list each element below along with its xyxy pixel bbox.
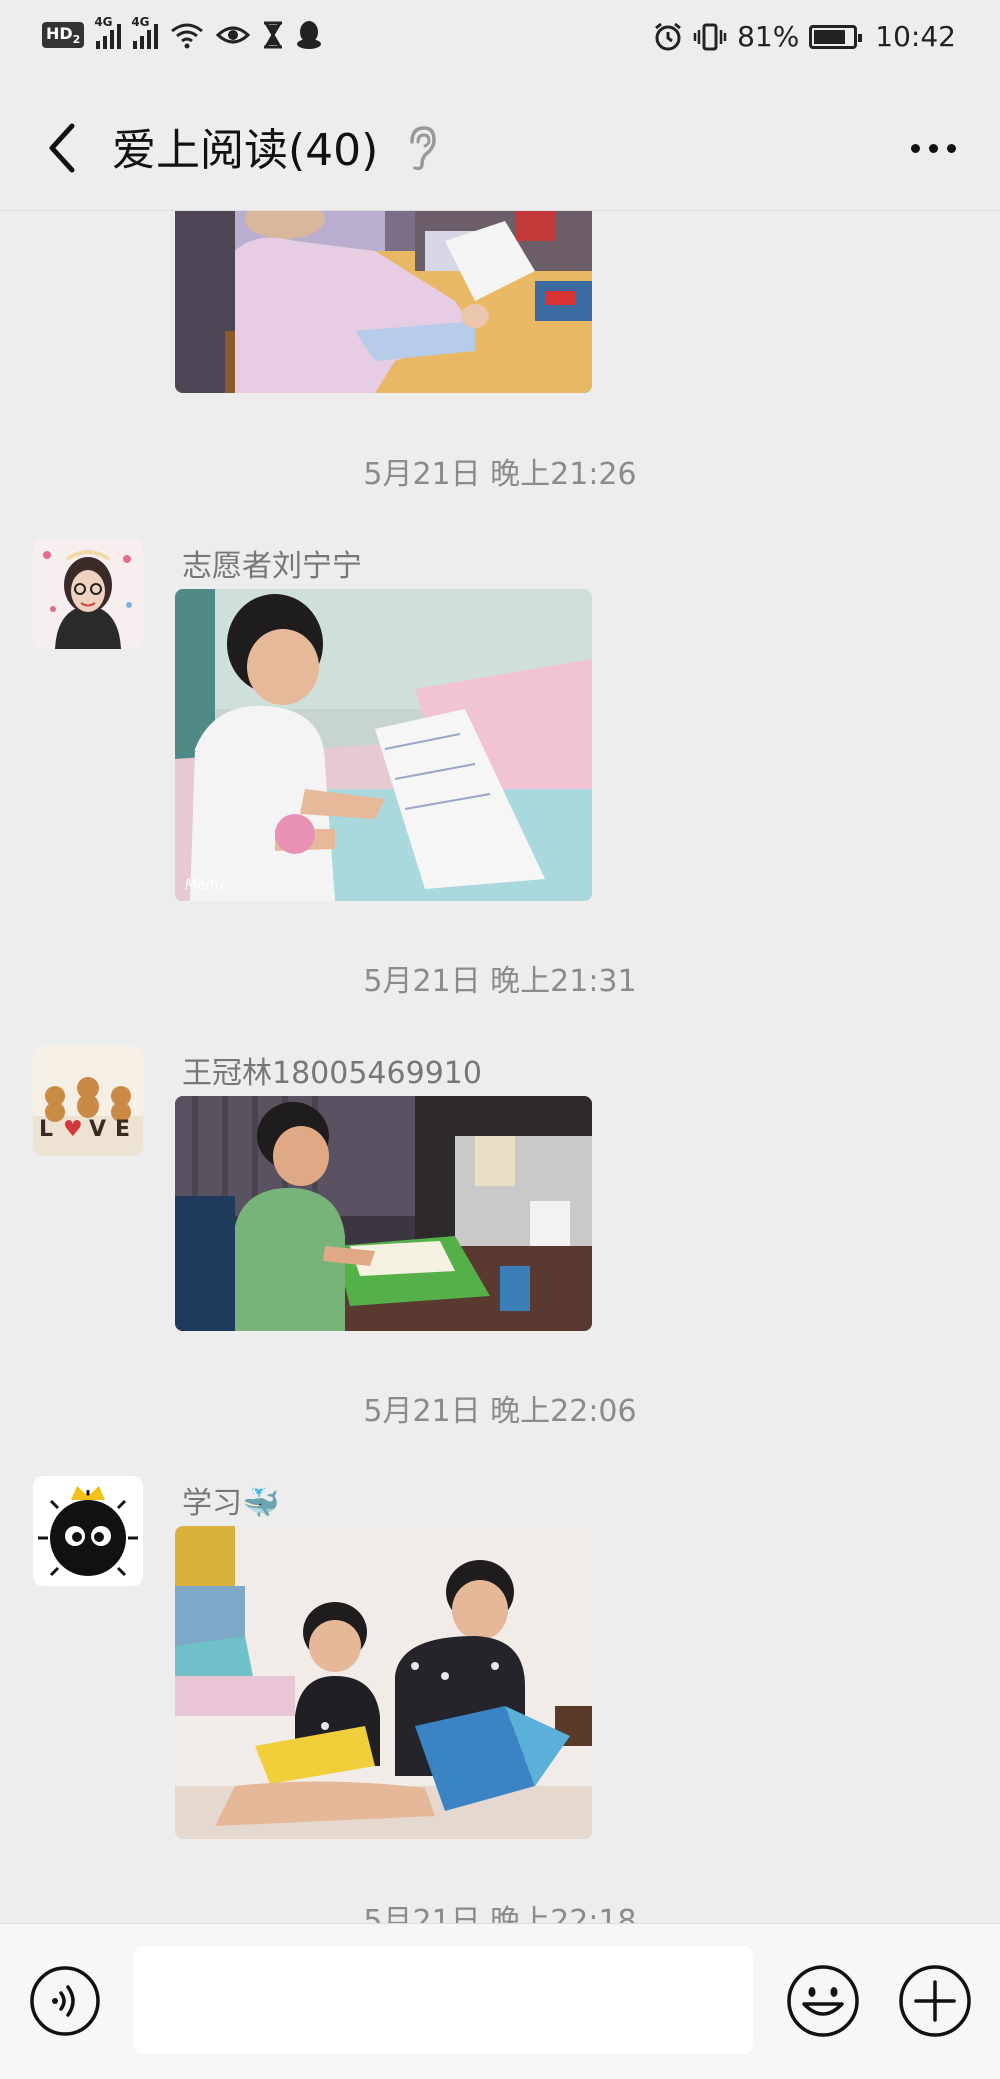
girl-reading-at-table-photo (175, 211, 592, 393)
sender-name: 学习🐳 (182, 1486, 280, 1521)
message-timestamp: 5月21日 晚上21:31 (363, 964, 637, 999)
image-message[interactable] (175, 1526, 592, 1839)
status-right: 81% 10:42 (653, 20, 956, 53)
emoji-icon (787, 1965, 859, 2037)
back-button[interactable] (38, 118, 88, 178)
more-options-button[interactable] (905, 138, 962, 159)
hourglass-icon (264, 21, 283, 49)
emoji-button[interactable] (784, 1962, 862, 2040)
boy-reading-at-desk-photo (175, 1096, 592, 1331)
qq-penguin-icon (297, 21, 322, 49)
more-dots-icon (911, 144, 956, 153)
input-bar (0, 1923, 1000, 2079)
woman-glasses-photo (33, 539, 143, 649)
message-input[interactable] (133, 1946, 753, 2054)
love-teddy-bears-photo: L ♥ V E (33, 1046, 143, 1156)
avatar[interactable] (33, 539, 143, 649)
svg-text:Meitu: Meitu (185, 877, 224, 893)
chat-header: 爱上阅读(40) (0, 80, 1000, 211)
more-functions-button[interactable] (896, 1962, 974, 2040)
voice-icon (30, 1966, 100, 2036)
clock: 10:42 (875, 20, 956, 53)
soot-sprite-crown-photo (33, 1476, 143, 1586)
boy-reading-on-bed-photo: Meitu (175, 589, 592, 901)
svg-text:E: E (115, 1117, 130, 1142)
chat-title: 爱上阅读(40) (112, 125, 379, 176)
battery-percent: 81% (737, 20, 800, 53)
image-message[interactable] (175, 211, 592, 393)
plus-icon (899, 1965, 971, 2037)
signal-icon: 4G (94, 15, 122, 49)
sender-name: 王冠林18005469910 (182, 1056, 482, 1091)
voice-button[interactable] (28, 1964, 102, 2038)
two-boys-reading-photo (175, 1526, 592, 1839)
message-timestamp: 5月21日 晚上21:26 (363, 457, 637, 492)
image-message[interactable] (175, 1096, 592, 1331)
svg-text:♥: ♥ (63, 1117, 83, 1142)
avatar[interactable]: L ♥ V E (33, 1046, 143, 1156)
ear-icon (410, 126, 436, 171)
battery-level (814, 29, 846, 44)
back-chevron-icon (49, 123, 75, 173)
message-list[interactable]: 5月21日 晚上21:26 志愿者刘宁宁 Meitu 5月21日 晚上21:31… (0, 211, 1000, 1923)
status-bar: HD2 4G 4G 81% 10:42 (0, 0, 1000, 80)
vibrate-icon (693, 23, 727, 50)
signal-icon: 4G (131, 15, 159, 49)
hd-icon: HD2 (42, 21, 85, 49)
eye-icon (216, 26, 251, 44)
avatar[interactable] (33, 1476, 143, 1586)
svg-text:V: V (89, 1117, 106, 1142)
svg-text:L: L (39, 1117, 53, 1142)
battery-icon (809, 24, 863, 49)
image-message[interactable]: Meitu (175, 589, 592, 901)
message-timestamp: 5月21日 晚上22:18 (363, 1904, 637, 1923)
wifi-icon (171, 23, 204, 49)
message-timestamp: 5月21日 晚上22:06 (363, 1394, 637, 1429)
status-left: HD2 4G 4G (42, 15, 322, 50)
alarm-icon (655, 22, 681, 50)
sender-name: 志愿者刘宁宁 (182, 549, 362, 584)
